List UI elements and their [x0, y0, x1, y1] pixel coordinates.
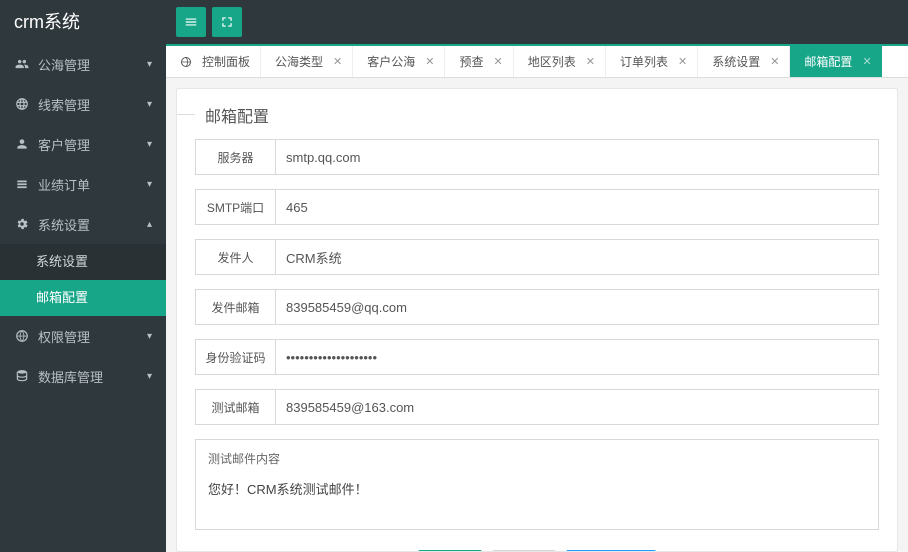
sidebar-subitem-system-settings[interactable]: 系统设置: [0, 244, 166, 280]
globe-icon: [14, 97, 30, 111]
close-icon[interactable]: ✕: [770, 55, 779, 68]
sidebar-item-label: 权限管理: [38, 327, 90, 346]
sender-email-input[interactable]: [275, 289, 879, 325]
tab-sea-type[interactable]: 公海类型 ✕: [261, 46, 353, 77]
test-content-label: 测试邮件内容: [208, 450, 866, 467]
sidebar-item-label: 公海管理: [38, 55, 90, 74]
topbar: [166, 0, 908, 44]
tab-label: 邮箱配置: [804, 53, 852, 70]
test-content-value: 您好！CRM系统测试邮件！: [208, 479, 866, 519]
port-label: SMTP端口: [195, 189, 275, 225]
tab-label: 公海类型: [275, 53, 323, 70]
brand-title: crm系统: [0, 0, 166, 44]
sidebar-item-label: 线索管理: [38, 95, 90, 114]
sidebar-item-permission[interactable]: 权限管理 ▾: [0, 316, 166, 356]
test-email-input[interactable]: [275, 389, 879, 425]
menu-toggle-button[interactable]: [176, 7, 206, 37]
tab-customer-sea[interactable]: 客户公海 ✕: [353, 46, 445, 77]
server-label: 服务器: [195, 139, 275, 175]
sidebar: crm系统 公海管理 ▾ 线索管理 ▾ 客户管理 ▾: [0, 0, 166, 552]
sidebar-subitem-email-config[interactable]: 邮箱配置: [0, 280, 166, 316]
tab-strip: 控制面板 公海类型 ✕ 客户公海 ✕ 预查 ✕ 地区列表 ✕ 订单列表 ✕: [166, 44, 908, 78]
auth-code-label: 身份验证码: [195, 339, 275, 375]
sender-input[interactable]: [275, 239, 879, 275]
port-input[interactable]: [275, 189, 879, 225]
close-icon[interactable]: ✕: [494, 55, 503, 68]
globe-icon: [180, 56, 192, 68]
test-email-label: 测试邮箱: [195, 389, 275, 425]
sidebar-item-customer-manage[interactable]: 客户管理 ▾: [0, 124, 166, 164]
test-content-block[interactable]: 测试邮件内容 您好！CRM系统测试邮件！: [195, 439, 879, 530]
tab-label: 系统设置: [712, 53, 760, 70]
sender-email-label: 发件邮箱: [195, 289, 275, 325]
main-area: 控制面板 公海类型 ✕ 客户公海 ✕ 预查 ✕ 地区列表 ✕ 订单列表 ✕: [166, 0, 908, 552]
tab-label: 客户公海: [367, 53, 415, 70]
form-panel: 邮箱配置 服务器 SMTP端口 发件人 发件邮箱 身份验证码: [176, 88, 898, 552]
sidebar-subitem-label: 系统设置: [36, 254, 88, 269]
sidebar-item-lead-manage[interactable]: 线索管理 ▾: [0, 84, 166, 124]
tab-region-list[interactable]: 地区列表 ✕: [514, 46, 606, 77]
bars-icon: [184, 15, 198, 29]
chevron-up-icon: ▴: [147, 219, 152, 230]
sidebar-item-sea-manage[interactable]: 公海管理 ▾: [0, 44, 166, 84]
sidebar-item-label: 系统设置: [38, 215, 90, 234]
tab-preview[interactable]: 预查 ✕: [445, 46, 513, 77]
gear-icon: [14, 217, 30, 231]
tab-label: 地区列表: [528, 53, 576, 70]
auth-code-input[interactable]: [275, 339, 879, 375]
close-icon[interactable]: ✕: [333, 55, 342, 68]
stack-icon: [14, 177, 30, 191]
chevron-down-icon: ▾: [147, 99, 152, 110]
tab-order-list[interactable]: 订单列表 ✕: [606, 46, 698, 77]
chevron-down-icon: ▾: [147, 371, 152, 382]
tab-dashboard[interactable]: 控制面板: [166, 46, 261, 77]
close-icon[interactable]: ✕: [425, 55, 434, 68]
chevron-down-icon: ▾: [147, 59, 152, 70]
tab-email-config[interactable]: 邮箱配置 ✕: [790, 46, 881, 77]
globe-icon: [14, 329, 30, 343]
sidebar-item-order[interactable]: 业绩订单 ▾: [0, 164, 166, 204]
server-input[interactable]: [275, 139, 879, 175]
tab-label: 预查: [459, 53, 483, 70]
sidebar-item-database[interactable]: 数据库管理 ▾: [0, 356, 166, 396]
close-icon[interactable]: ✕: [862, 55, 871, 68]
tab-system-settings[interactable]: 系统设置 ✕: [698, 46, 790, 77]
close-icon[interactable]: ✕: [678, 55, 687, 68]
chevron-down-icon: ▾: [147, 331, 152, 342]
sender-label: 发件人: [195, 239, 275, 275]
sidebar-item-label: 客户管理: [38, 135, 90, 154]
fullscreen-button[interactable]: [212, 7, 242, 37]
chevron-down-icon: ▾: [147, 179, 152, 190]
sidebar-item-label: 数据库管理: [38, 367, 103, 386]
sidebar-subitem-label: 邮箱配置: [36, 290, 88, 305]
tab-label: 订单列表: [620, 53, 668, 70]
expand-icon: [220, 15, 234, 29]
sidebar-item-system-settings[interactable]: 系统设置 ▴: [0, 204, 166, 244]
user-group-icon: [14, 57, 30, 71]
close-icon[interactable]: ✕: [586, 55, 595, 68]
tab-label: 控制面板: [202, 53, 250, 70]
sidebar-item-label: 业绩订单: [38, 175, 90, 194]
database-icon: [14, 369, 30, 383]
panel-title: 邮箱配置: [195, 103, 879, 139]
user-icon: [14, 137, 30, 151]
form-actions: 提交 重置 测试发送: [195, 544, 879, 552]
chevron-down-icon: ▾: [147, 139, 152, 150]
